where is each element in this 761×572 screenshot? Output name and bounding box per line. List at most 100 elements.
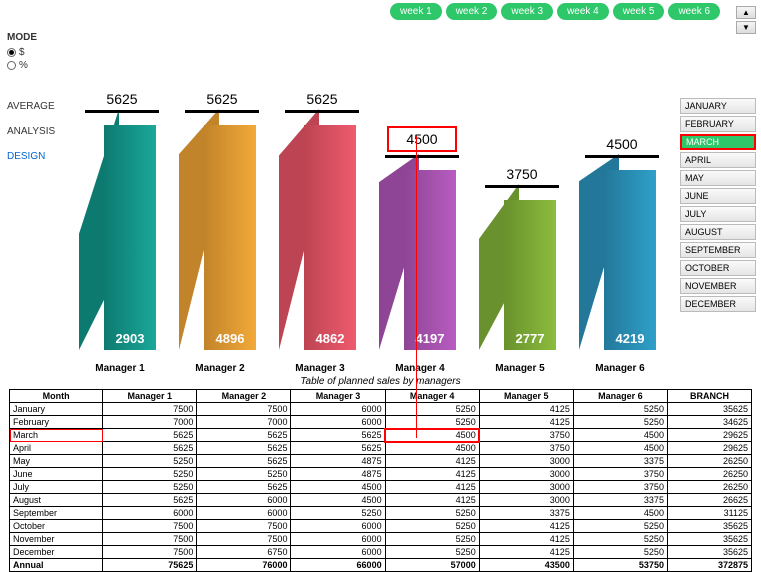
month-button-july[interactable]: JULY [680,206,756,222]
table-header: Manager 4 [385,390,479,403]
highlight-vline [416,136,417,438]
manager-labels: Manager 1Manager 2Manager 3Manager 4Mana… [70,363,670,374]
week-button-1[interactable]: week 1 [390,3,442,20]
table-cell: 5250 [573,546,667,559]
month-button-may[interactable]: MAY [680,170,756,186]
table-cell: 5625 [197,429,291,442]
table-cell: 7000 [103,416,197,429]
table-cell: 3000 [479,494,573,507]
table-cell: 5250 [385,520,479,533]
month-button-september[interactable]: SEPTEMBER [680,242,756,258]
table-cell: 3375 [479,507,573,520]
bars-container: 29035625 4896 56254862 562541974500 2777 3750… [70,70,670,350]
table-cell: 76000 [197,559,291,572]
mode-percent-radio[interactable]: % [7,60,67,71]
week-button-4[interactable]: week 4 [557,3,609,20]
table-cell: 4125 [479,520,573,533]
table-cell: October [10,520,103,533]
table-cell: 4125 [479,533,573,546]
mode-dollar-radio[interactable]: $ [7,47,67,58]
table-header: BRANCH [667,390,751,403]
month-button-february[interactable]: FEBRUARY [680,116,756,132]
bar: 4219 [604,170,656,350]
table-cell: 4125 [479,546,573,559]
scroll-spinner: ▲ ▼ [736,6,756,34]
month-list: JANUARY FEBRUARY MARCH APRIL MAY JUNE JULY AUGU… [680,98,756,312]
table-cell: 4125 [479,403,573,416]
table-cell: 3750 [479,429,573,442]
table-cell: 4500 [385,442,479,455]
table-cell: December [10,546,103,559]
week-button-2[interactable]: week 2 [446,3,498,20]
table-cell: 66000 [291,559,385,572]
table-cell: 26250 [667,455,751,468]
table-cell: 5250 [385,533,479,546]
month-button-november[interactable]: NOVEMBER [680,278,756,294]
scroll-up-button[interactable]: ▲ [736,6,756,19]
scroll-down-button[interactable]: ▼ [736,21,756,34]
bar: 2903 [104,125,156,350]
table-cell: 3000 [479,455,573,468]
average-label: 3750 [487,166,557,182]
table-cell: May [10,455,103,468]
bar: 4862 [304,125,356,350]
manager-label: Manager 4 [375,363,465,374]
table-cell: August [10,494,103,507]
table-header: Manager 2 [197,390,291,403]
table-cell: November [10,533,103,546]
bar: 4896 [204,125,256,350]
data-table: MonthManager 1Manager 2Manager 3Manager … [9,389,752,572]
table-row: May52505625487541253000337526250 [10,455,752,468]
month-button-august[interactable]: AUGUST [680,224,756,240]
average-line [85,110,159,113]
table-cell: 3000 [479,468,573,481]
table-cell: 5250 [103,455,197,468]
table-cell: 4500 [385,429,479,442]
average-line [285,110,359,113]
table-cell: 5625 [197,455,291,468]
table-cell: 57000 [385,559,479,572]
table-cell: 4500 [573,507,667,520]
average-label: 5625 [287,91,357,107]
bar-group: 29035625 [75,70,165,350]
table-cell: 53750 [573,559,667,572]
table-cell: 3750 [573,481,667,494]
table-row: March56255625562545003750450029625 [10,429,752,442]
table-cell: 29625 [667,429,751,442]
week-button-3[interactable]: week 3 [501,3,553,20]
table-row: July52505625450041253000375026250 [10,481,752,494]
table-cell: 5625 [197,442,291,455]
table-cell: 43500 [479,559,573,572]
table-cell: 4500 [573,429,667,442]
table-cell: 35625 [667,403,751,416]
month-button-january[interactable]: JANUARY [680,98,756,114]
table-cell: April [10,442,103,455]
table-cell: 35625 [667,520,751,533]
table-cell: 7500 [197,533,291,546]
average-link[interactable]: AVERAGE [7,101,67,112]
design-link[interactable]: DESIGN [7,151,67,162]
chart-area: 29035625 4896 56254862 562541974500 2777 3750… [70,50,670,380]
month-button-march[interactable]: MARCH [680,134,756,150]
table-cell: 5250 [103,481,197,494]
bar: 2777 [504,200,556,350]
bar-group: 41974500 [375,70,465,350]
bar-group: 4862 5625 [275,70,365,350]
table-row: Annual7562576000660005700043500537503728… [10,559,752,572]
table-cell: 4875 [291,455,385,468]
week-button-5[interactable]: week 5 [613,3,665,20]
month-button-december[interactable]: DECEMBER [680,296,756,312]
table-cell: 6000 [291,520,385,533]
table-cell: Annual [10,559,103,572]
month-button-october[interactable]: OCTOBER [680,260,756,276]
month-button-june[interactable]: JUNE [680,188,756,204]
month-button-april[interactable]: APRIL [680,152,756,168]
table-body: January75007500600052504125525035625Febr… [10,403,752,572]
table-cell: 5250 [573,403,667,416]
table-row: February70007000600052504125525034625 [10,416,752,429]
table-cell: 6000 [291,533,385,546]
analysis-link[interactable]: ANALYSIS [7,126,67,137]
table-row: August56256000450041253000337526625 [10,494,752,507]
week-button-6[interactable]: week 6 [668,3,720,20]
table-cell: 5250 [385,546,479,559]
